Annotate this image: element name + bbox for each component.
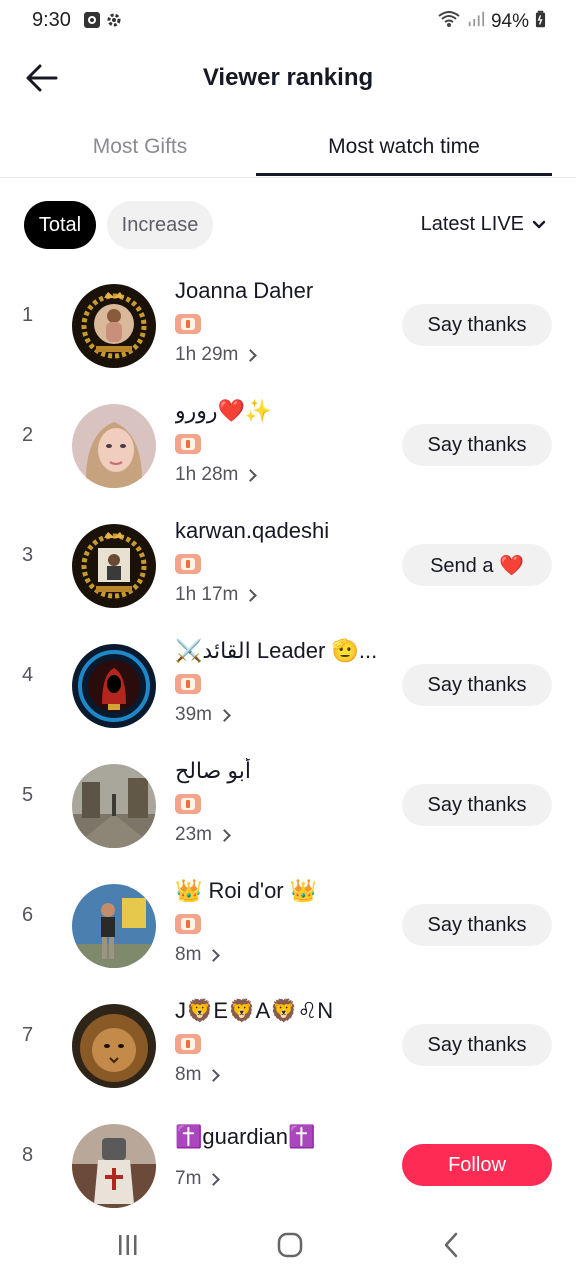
watch-duration[interactable]: 39m [175,704,231,726]
rank-number: 4 [22,664,34,686]
avatar[interactable] [72,1004,156,1088]
duration-text: 7m [175,1168,202,1189]
watch-duration[interactable]: 1h 28m [175,464,258,486]
viewer-name: أبو صالح [175,758,252,783]
duration-text: 1h 28m [175,464,239,485]
recent-apps-button[interactable] [108,1230,148,1260]
chevron-right-icon [244,469,258,482]
follow-button[interactable]: Follow [402,1144,552,1186]
tab-bar: Most Gifts Most watch time [0,118,576,178]
rank-number: 8 [22,1144,34,1166]
duration-text: 23m [175,824,212,845]
avatar[interactable] [72,644,156,728]
fan-level-badge [175,314,201,334]
send-heart-button[interactable]: Send a ❤️ [402,544,552,586]
chevron-right-icon [207,1173,221,1186]
system-navigation-bar [0,1210,576,1280]
rank-number: 5 [22,784,34,806]
duration-text: 39m [175,704,212,725]
page-title: Viewer ranking [202,64,374,91]
latest-live-dropdown[interactable]: Latest LIVE [421,213,546,236]
watch-duration[interactable]: 23m [175,824,231,846]
viewer-name: ✝️guardian✝️ [175,1124,316,1149]
latest-live-label: Latest LIVE [420,213,524,235]
chevron-right-icon [207,949,221,962]
header: Viewer ranking [0,48,576,108]
wifi-icon [437,9,461,35]
viewer-name: 👑 Roi d'or 👑 [175,878,318,903]
viewer-name: رورو❤️✨ [175,398,273,423]
duration-text: 8m [175,944,202,965]
say-thanks-button[interactable]: Say thanks [402,904,552,946]
filter-bar: Total Increase Latest LIVE [0,201,576,249]
rank-number: 2 [22,424,34,446]
active-tab-indicator [256,173,552,176]
say-thanks-button[interactable]: Say thanks [402,784,552,826]
viewer-row: 6 👑 Roi d'or 👑 8m Say thanks [0,862,576,982]
signal-icon [467,9,485,35]
rank-number: 7 [22,1024,34,1046]
viewer-row: 7 J🦁E🦁A🦁♌N 8m Say thanks [0,982,576,1102]
duration-text: 8m [175,1064,202,1085]
say-thanks-button[interactable]: Say thanks [402,664,552,706]
viewer-row: 1 Joanna Daher 1h 29m Say thanks [0,262,576,382]
battery-percent: 94% [490,11,529,32]
viewer-row: 8 ✝️guardian✝️ 7m Follow [0,1102,576,1222]
avatar[interactable] [72,1124,156,1208]
say-thanks-button[interactable]: Say thanks [402,1024,552,1066]
fan-level-badge [175,794,201,814]
settings-icon [104,10,124,30]
filter-total-button[interactable]: Total [24,201,96,249]
chevron-right-icon [244,589,258,602]
back-nav-button[interactable] [432,1230,472,1260]
rank-number: 6 [22,904,34,926]
avatar[interactable] [72,764,156,848]
status-bar: 9:30 94% [0,0,576,44]
avatar[interactable] [72,884,156,968]
duration-text: 1h 17m [175,584,239,605]
viewer-row: 2 رورو❤️✨ 1h 28m Say thanks [0,382,576,502]
chevron-left-icon [444,1232,458,1258]
viewer-name: J🦁E🦁A🦁♌N [175,998,334,1023]
viewer-name: ⚔️القائد Leader 🫡... [175,638,378,663]
viewer-row: 3 karwan.qadeshi 1h 17m Send a ❤️ [0,502,576,622]
chevron-down-icon [532,220,546,228]
home-button[interactable] [270,1230,310,1260]
avatar[interactable] [72,524,156,608]
rank-number: 1 [22,304,34,326]
fan-level-badge [175,914,201,934]
avatar[interactable] [72,284,156,368]
fan-level-badge [175,674,201,694]
duration-text: 1h 29m [175,344,239,365]
tab-most-gifts[interactable]: Most Gifts [24,118,256,176]
avatar[interactable] [72,404,156,488]
watch-duration[interactable]: 8m [175,1064,221,1086]
watch-duration[interactable]: 1h 29m [175,344,258,366]
viewer-name: karwan.qadeshi [175,518,330,543]
recent-apps-icon [119,1235,137,1255]
viewer-row: 5 أبو صالح 23m Say thanks [0,742,576,862]
watch-duration[interactable]: 1h 17m [175,584,258,606]
say-thanks-button[interactable]: Say thanks [402,424,552,466]
viewer-row: 4 ⚔️القائد Leader 🫡... 39m Say thanks [0,622,576,742]
rank-number: 3 [22,544,34,566]
battery-icon [535,9,546,35]
filter-increase-button[interactable]: Increase [107,201,213,249]
fan-level-badge [175,434,201,454]
fan-level-badge [175,554,201,574]
tab-most-watch-time[interactable]: Most watch time [256,118,552,176]
chevron-right-icon [244,349,258,362]
say-thanks-button[interactable]: Say thanks [402,304,552,346]
chevron-right-icon [207,1069,221,1082]
chevron-right-icon [218,829,231,842]
viewer-name: Joanna Daher [175,278,314,303]
watch-duration[interactable]: 8m [175,944,221,966]
chevron-right-icon [218,709,231,722]
home-icon [277,1232,303,1258]
fan-level-badge [175,1034,201,1054]
notification-icon [82,10,102,30]
watch-duration[interactable]: 7m [175,1168,221,1190]
status-time: 9:30 [32,9,71,31]
